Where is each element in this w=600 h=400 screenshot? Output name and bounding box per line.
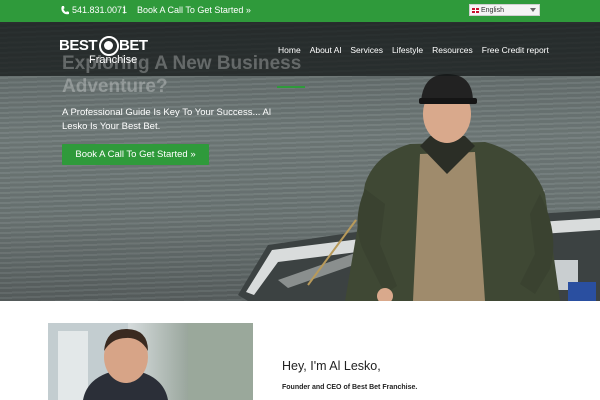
nav-lifestyle[interactable]: Lifestyle: [392, 45, 423, 55]
al-lesko-photo: [48, 323, 253, 400]
topbar-separator: |: [123, 4, 126, 14]
intro-role: Founder and CEO of Best Bet Franchise.: [282, 384, 418, 391]
logo-target-icon: [99, 36, 119, 56]
nav-resources[interactable]: Resources: [432, 45, 473, 55]
nav-services[interactable]: Services: [350, 45, 383, 55]
logo-bet-text: BET: [119, 37, 148, 54]
chevron-down-icon: [530, 8, 536, 12]
language-select[interactable]: English: [469, 4, 540, 16]
site-logo[interactable]: BEST BET Franchise: [59, 36, 151, 68]
hero-book-call-button[interactable]: Book A Call To Get Started »: [62, 144, 209, 165]
phone-number[interactable]: 541.831.0071: [72, 5, 127, 15]
hero-subtitle: A Professional Guide Is Key To Your Succ…: [62, 107, 271, 132]
uk-flag-icon: [472, 7, 479, 13]
top-bar: 541.831.0071 | Book A Call To Get Starte…: [0, 0, 600, 22]
phone-icon: [61, 6, 69, 15]
logo-best-text: BEST: [59, 37, 98, 54]
language-select-value: English: [481, 6, 504, 14]
nav-home[interactable]: Home: [278, 45, 301, 55]
nav-active-indicator: [277, 86, 305, 88]
intro-greeting: Hey, I'm Al Lesko,: [282, 359, 381, 373]
hero-man-image: [345, 74, 560, 301]
nav-free-credit-report[interactable]: Free Credit report: [482, 45, 549, 55]
logo-franchise-text: Franchise: [89, 54, 138, 66]
main-nav: Home About Al Services Lifestyle Resourc…: [278, 45, 549, 55]
hero-section: Exploring A New Business Adventure? BEST…: [0, 22, 600, 301]
topbar-book-call-link[interactable]: Book A Call To Get Started »: [137, 5, 251, 15]
nav-about-al[interactable]: About Al: [310, 45, 342, 55]
